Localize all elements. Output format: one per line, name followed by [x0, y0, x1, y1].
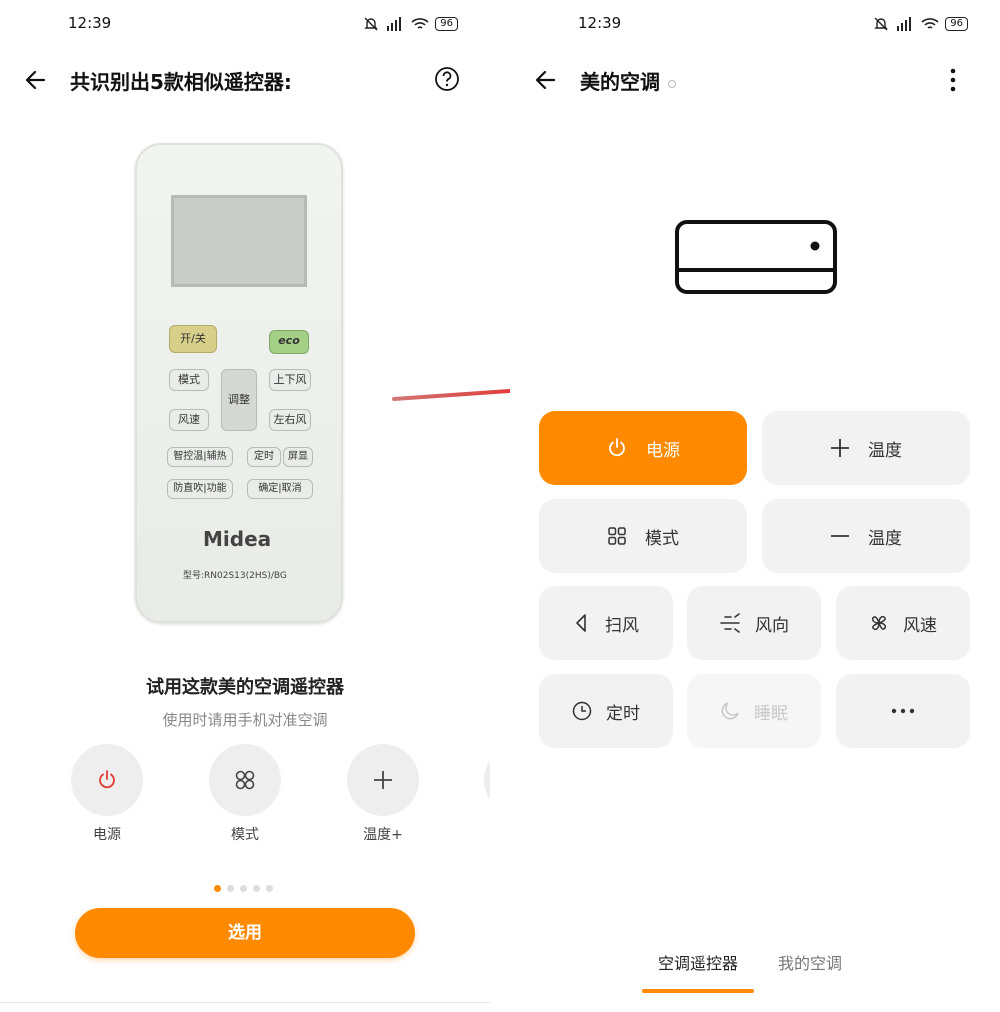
timer-label: 定时	[606, 703, 640, 724]
plus-icon	[831, 439, 849, 457]
more-tile[interactable]	[836, 674, 970, 748]
swing-icon	[576, 614, 586, 632]
wifi-icon	[411, 18, 429, 29]
remote-mode-button: 模式	[169, 369, 209, 391]
try-temp-up-label: 温度+	[363, 827, 403, 843]
back-arrow-icon[interactable]	[22, 66, 50, 94]
apply-button[interactable]: 选用	[75, 908, 415, 958]
swing-tile[interactable]: 扫风	[539, 586, 673, 660]
direction-label: 风向	[755, 615, 789, 636]
pagination-dots	[214, 885, 273, 892]
grid-icon	[608, 527, 626, 545]
remote-subheading: 使用时请用手机对准空调	[162, 711, 328, 729]
sleep-tile[interactable]: 睡眠	[687, 674, 821, 748]
remote-confirm-button: 确定|取消	[247, 479, 313, 499]
status-bar: 12:39 96	[0, 14, 490, 36]
try-power-label: 电源	[93, 827, 121, 843]
back-arrow-icon[interactable]	[532, 66, 560, 94]
minus-icon	[831, 535, 849, 537]
status-dot-icon	[668, 79, 676, 88]
more-vertical-icon[interactable]	[948, 66, 958, 94]
tab-underline	[642, 989, 754, 993]
timer-tile[interactable]: 定时	[539, 674, 673, 748]
bottom-divider	[0, 1002, 490, 1003]
page-title: 美的空调	[580, 66, 676, 95]
sleep-label: 睡眠	[754, 703, 788, 724]
remote-antiblow-button: 防直吹|功能	[167, 479, 233, 499]
status-bar: 12:39 96	[510, 14, 1000, 36]
pagination-dot	[214, 885, 221, 892]
temp-down-label: 温度	[868, 528, 902, 549]
remote-image: 开/关 eco 模式 调整 上下风 风速 左右风 智控温|辅热 定时 屏显 防直…	[135, 143, 343, 623]
remote-timer-button: 定时	[247, 447, 281, 467]
mute-icon	[364, 17, 378, 31]
status-time: 12:39	[578, 14, 622, 32]
more-horizontal-icon	[891, 708, 915, 714]
status-icons: 96	[873, 16, 968, 32]
remote-power-button: 开/关	[169, 325, 217, 353]
air-conditioner-icon	[675, 220, 837, 294]
wind-direction-icon	[720, 613, 740, 633]
grid-icon	[235, 770, 255, 790]
temp-up-label: 温度	[868, 440, 902, 461]
try-temp-up-button[interactable]	[347, 744, 419, 816]
remote-model: 型号:RN02S13(2HS)/BG	[183, 571, 287, 581]
left-panel: 12:39 96 共识别出5款相似遥控器: 开/关 eco 模式 调整 上下风 …	[0, 0, 490, 1012]
right-panel: 12:39 96 美的空调 电源 温度 模式 温度 扫风 风向 风速 定时 睡眠…	[510, 0, 1000, 1012]
signal-icon	[387, 17, 402, 31]
page-title-text: 美的空调	[580, 70, 660, 94]
wifi-icon	[921, 18, 939, 29]
remote-smart-button: 智控温|辅热	[167, 447, 233, 467]
moon-icon	[721, 702, 739, 720]
remote-speed-button: 风速	[169, 409, 209, 431]
remote-brand: Midea	[203, 527, 272, 551]
plus-icon	[374, 771, 392, 789]
remote-leftright-button: 左右风	[269, 409, 311, 431]
pagination-dot	[240, 885, 247, 892]
try-power-button[interactable]	[71, 744, 143, 816]
remote-heading: 试用这款美的空调遥控器	[146, 677, 344, 698]
power-icon	[99, 770, 115, 789]
try-mode-button[interactable]	[209, 744, 281, 816]
direction-tile[interactable]: 风向	[687, 586, 821, 660]
speed-tile[interactable]: 风速	[836, 586, 970, 660]
tab-my-ac[interactable]: 我的空调	[778, 950, 842, 974]
tab-ac-remote[interactable]: 空调遥控器	[658, 950, 738, 974]
remote-adjust-button: 调整	[221, 369, 257, 431]
page-title: 共识别出5款相似遥控器:	[70, 70, 292, 94]
app-bar: 共识别出5款相似遥控器:	[0, 62, 490, 98]
temp-down-tile[interactable]: 温度	[762, 499, 970, 573]
swing-label: 扫风	[605, 615, 639, 636]
pagination-dot	[266, 885, 273, 892]
pagination-dot	[227, 885, 234, 892]
remote-eco-button: eco	[269, 330, 309, 354]
remote-lcd	[171, 195, 307, 287]
bottom-tabs: 空调遥控器 我的空调	[510, 950, 1000, 1000]
status-time: 12:39	[68, 14, 112, 32]
signal-icon	[897, 17, 912, 31]
try-next-button-partial[interactable]	[484, 744, 490, 816]
temp-up-tile[interactable]: 温度	[762, 411, 970, 485]
app-bar: 美的空调	[510, 62, 1000, 98]
mode-tile[interactable]: 模式	[539, 499, 747, 573]
power-tile-label: 电源	[646, 440, 680, 461]
battery-indicator: 96	[435, 17, 458, 31]
fan-icon	[871, 615, 887, 631]
power-tile[interactable]: 电源	[539, 411, 747, 485]
mode-label: 模式	[645, 528, 679, 549]
speed-label: 风速	[903, 615, 937, 636]
clock-icon	[572, 701, 592, 721]
power-icon	[609, 438, 625, 457]
pagination-dot	[253, 885, 260, 892]
battery-indicator: 96	[945, 17, 968, 31]
try-mode-label: 模式	[231, 827, 259, 843]
remote-updown-button: 上下风	[269, 369, 311, 391]
status-icons: 96	[363, 16, 458, 32]
remote-display-button: 屏显	[283, 447, 313, 467]
mute-icon	[874, 17, 888, 31]
help-icon[interactable]	[434, 66, 460, 92]
